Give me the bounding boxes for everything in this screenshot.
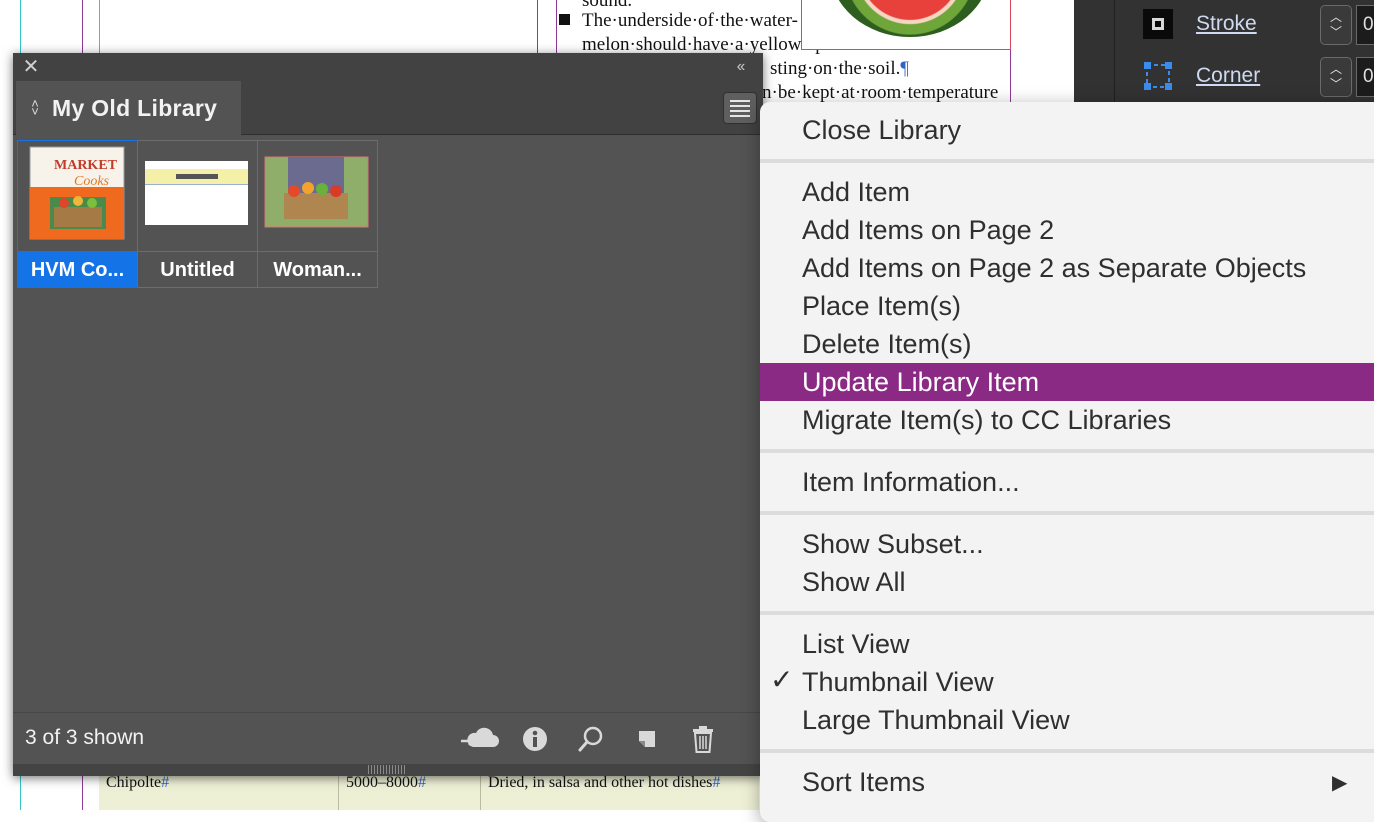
item-thumbnail [138, 141, 257, 251]
table-cell: 5000–8000# [346, 774, 426, 791]
search-icon[interactable] [575, 723, 607, 755]
doc-text-line: n·be·kept·at·room·temperature [762, 82, 999, 103]
tab-title: My Old Library [52, 94, 218, 121]
menu-item-list-view[interactable]: List View [760, 625, 1374, 663]
menu-item-update-library-item[interactable]: Update Library Item [760, 363, 1374, 401]
panel-tab-bar: ˄ ˅ My Old Library [13, 81, 763, 135]
menu-item-delete-items[interactable]: Delete Item(s) [760, 325, 1374, 363]
menu-item-show-subset[interactable]: Show Subset... [760, 525, 1374, 563]
library-panel: ✕ ‹‹ ˄ ˅ My Old Library MARKET Cooks HVM… [13, 53, 763, 776]
stroke-label[interactable]: Stroke [1196, 12, 1257, 36]
panel-title-bar[interactable]: ✕ ‹‹ [13, 53, 763, 81]
menu-item-item-information[interactable]: Item Information... [760, 463, 1374, 501]
menu-separator [760, 159, 1374, 163]
chevron-down-icon[interactable]: ﹀ [1330, 77, 1342, 92]
item-label: Woman... [258, 251, 377, 288]
cloud-migrate-icon[interactable] [459, 723, 499, 755]
menu-separator [760, 511, 1374, 515]
corner-stepper[interactable]: ︿ ﹀ [1320, 57, 1352, 97]
panel-status-bar: 3 of 3 shown [13, 712, 763, 765]
chevron-up-icon[interactable]: ︿ [1330, 10, 1342, 25]
menu-item-add-item[interactable]: Add Item [760, 173, 1374, 211]
table-cell-divider [480, 772, 481, 810]
watermelon-image-frame[interactable] [801, 0, 1011, 50]
chevron-down-icon[interactable]: ﹀ [1330, 25, 1342, 40]
menu-item-show-all[interactable]: Show All [760, 563, 1374, 601]
library-item[interactable]: Woman... [257, 140, 378, 288]
new-item-icon[interactable] [631, 723, 663, 755]
doc-text-line: The·underside·of·the·water- [582, 10, 798, 31]
doc-text-line: sting·on·the·soil.¶ [770, 58, 909, 79]
item-thumbnail: MARKET Cooks [18, 141, 137, 251]
panel-menu-icon[interactable] [723, 92, 757, 124]
stroke-stepper[interactable]: ︿ ﹀ [1320, 5, 1352, 45]
watermelon-image [830, 0, 990, 37]
table-cell: Chipolte# [106, 774, 170, 791]
submenu-arrow-icon: ▶ [1332, 772, 1348, 794]
panel-divider [1114, 0, 1115, 103]
menu-item-add-items-separate[interactable]: Add Items on Page 2 as Separate Objects [760, 249, 1374, 287]
stroke-icon [1142, 8, 1174, 40]
corner-row[interactable]: Corner [1142, 56, 1260, 96]
menu-item-place-items[interactable]: Place Item(s) [760, 287, 1374, 325]
close-icon[interactable]: ✕ [21, 57, 41, 77]
corner-icon [1142, 60, 1174, 92]
menu-separator [760, 749, 1374, 753]
corner-label[interactable]: Corner [1196, 64, 1260, 88]
collapse-panel-icon[interactable]: ‹‹ [729, 56, 751, 78]
tab-stepper-icon[interactable]: ˄ ˅ [28, 97, 42, 118]
item-label: Untitled [138, 251, 257, 288]
menu-item-migrate-items[interactable]: Migrate Item(s) to CC Libraries [760, 401, 1374, 439]
menu-item-thumbnail-view[interactable]: Thumbnail View [760, 663, 1374, 701]
properties-panel: Stroke ︿ ﹀ 0 Corner ︿ ﹀ 0 [1074, 0, 1374, 103]
library-item[interactable]: MARKET Cooks HVM Co... [17, 140, 138, 288]
corner-value-field[interactable]: 0 [1356, 57, 1374, 97]
menu-item-close-library[interactable]: Close Library [760, 111, 1374, 149]
stroke-value-field[interactable]: 0 [1356, 5, 1374, 45]
menu-separator [760, 611, 1374, 615]
menu-item-add-items-on-page[interactable]: Add Items on Page 2 [760, 211, 1374, 249]
item-thumbnail [258, 141, 377, 251]
items-shown-count: 3 of 3 shown [25, 726, 145, 749]
menu-item-large-thumbnail-view[interactable]: Large Thumbnail View [760, 701, 1374, 739]
library-item[interactable]: Untitled [137, 140, 258, 288]
menu-separator [760, 449, 1374, 453]
stroke-row[interactable]: Stroke [1142, 4, 1257, 44]
trash-icon[interactable] [687, 723, 719, 755]
library-context-menu: Close Library Add Item Add Items on Page… [760, 102, 1374, 822]
item-label: HVM Co... [18, 251, 137, 288]
table-cell-divider [338, 772, 339, 810]
bullet-square [559, 14, 570, 25]
svg-text:MARKET: MARKET [54, 158, 118, 173]
svg-text:Cooks: Cooks [74, 174, 110, 189]
info-icon[interactable] [519, 723, 551, 755]
tab-my-old-library[interactable]: ˄ ˅ My Old Library [16, 81, 241, 135]
chevron-up-icon[interactable]: ︿ [1330, 62, 1342, 77]
table-cell: Dried, in salsa and other hot dishes# [488, 774, 721, 791]
grip-lines [368, 765, 406, 774]
resize-grip[interactable] [13, 764, 763, 776]
menu-item-sort-items[interactable]: Sort Items [760, 763, 1374, 801]
